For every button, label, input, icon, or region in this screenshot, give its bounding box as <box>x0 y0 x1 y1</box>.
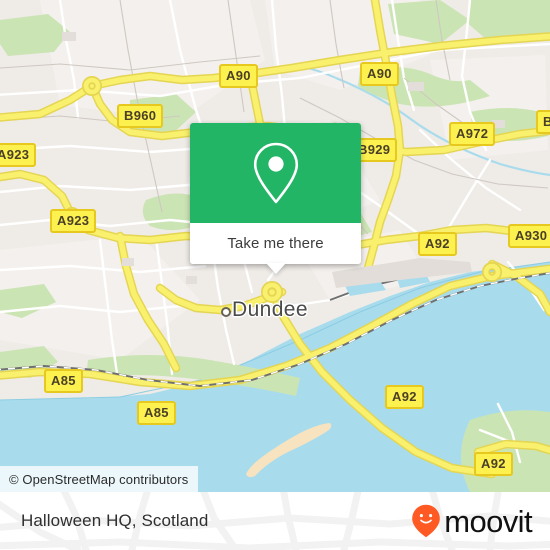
osm-attribution-text: © OpenStreetMap contributors <box>9 471 189 487</box>
road-shield-b960: B960 <box>117 104 164 128</box>
road-shield-a85-west: A85 <box>44 369 83 393</box>
road-shield-a92-east: A92 <box>418 232 457 256</box>
moovit-logo[interactable]: moovit <box>411 503 533 539</box>
map-canvas[interactable]: Dundee A90 A90 B960 A972 B929 B9 A923 A9… <box>0 0 550 492</box>
take-me-there-label: Take me there <box>227 235 324 252</box>
road-shield-a923-west: A923 <box>0 143 37 167</box>
footer-bar: Halloween HQ, Scotland moovit <box>0 492 550 550</box>
road-shield-a90-east: A90 <box>360 62 399 86</box>
take-me-there-popup[interactable]: Take me there <box>190 123 361 274</box>
road-shield-a92-south: A92 <box>474 452 513 476</box>
moovit-wordmark: moovit <box>444 503 532 539</box>
road-shield-a923-south: A923 <box>50 209 97 233</box>
city-label-dundee: Dundee <box>232 298 308 321</box>
road-shield-a92-bridge: A92 <box>385 385 424 409</box>
road-shield-a85-east: A85 <box>137 401 176 425</box>
map-screenshot: Dundee A90 A90 B960 A972 B929 B9 A923 A9… <box>0 0 550 550</box>
road-shield-a972: A972 <box>449 122 496 146</box>
moovit-pin-icon <box>412 504 441 538</box>
road-shield-a930: A930 <box>508 224 550 248</box>
popup-image-panel <box>190 123 361 223</box>
popup-action-panel[interactable]: Take me there <box>190 223 361 274</box>
popup-pointer-tail <box>265 263 286 274</box>
city-marker-dot <box>221 307 231 317</box>
road-shield-b9-clipped: B9 <box>536 110 550 134</box>
osm-attribution[interactable]: © OpenStreetMap contributors <box>0 466 199 492</box>
road-shield-a90-west: A90 <box>219 64 258 88</box>
place-title: Halloween HQ, Scotland <box>21 511 209 530</box>
map-pin-icon <box>253 142 298 204</box>
